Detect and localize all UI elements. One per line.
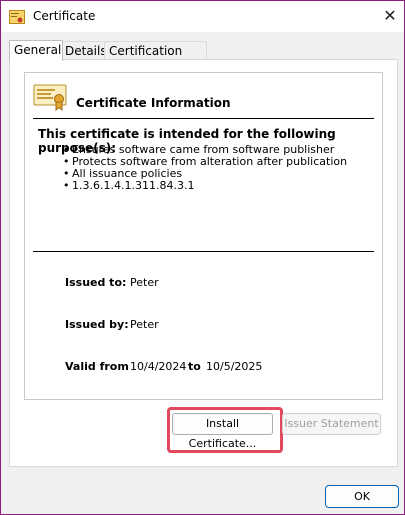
- heading-divider: [33, 118, 374, 119]
- purpose-divider: [33, 251, 374, 252]
- title-bar[interactable]: Certificate ✕: [1, 1, 404, 32]
- issued-by-label: Issued by:: [65, 318, 129, 331]
- ok-button[interactable]: OK: [325, 485, 399, 508]
- purpose-list: Ensures software came from software publ…: [63, 144, 347, 193]
- certificate-ribbon-icon: [33, 84, 67, 111]
- issued-by-value: Peter: [130, 318, 159, 331]
- purpose-item: 1.3.6.1.4.1.311.84.3.1: [63, 180, 347, 193]
- issued-to-label: Issued to:: [65, 276, 127, 289]
- window-title: Certificate: [33, 9, 96, 23]
- tab-certification-path[interactable]: Certification Path: [104, 41, 207, 76]
- valid-to-label: to: [188, 360, 201, 373]
- valid-from-value: 10/4/2024: [130, 360, 187, 373]
- close-icon[interactable]: ✕: [380, 6, 400, 26]
- valid-to-value: 10/5/2025: [206, 360, 263, 373]
- certificate-window: Certificate ✕ General Details Certificat…: [0, 0, 405, 515]
- certificate-info-frame: Certificate Information This certificate…: [24, 72, 383, 400]
- issuer-statement-button: Issuer Statement: [282, 413, 381, 435]
- tab-details[interactable]: Details: [60, 41, 107, 60]
- install-certificate-button[interactable]: Install Certificate...: [172, 413, 273, 450]
- certificate-info-heading: Certificate Information: [76, 96, 231, 110]
- general-tab-panel: Certificate Information This certificate…: [9, 59, 398, 467]
- valid-from-label: Valid from: [65, 360, 129, 373]
- certificate-icon: [9, 10, 25, 24]
- tab-bar: General Details Certification Path: [9, 40, 398, 76]
- issued-to-value: Peter: [130, 276, 159, 289]
- tab-general[interactable]: General: [9, 40, 63, 61]
